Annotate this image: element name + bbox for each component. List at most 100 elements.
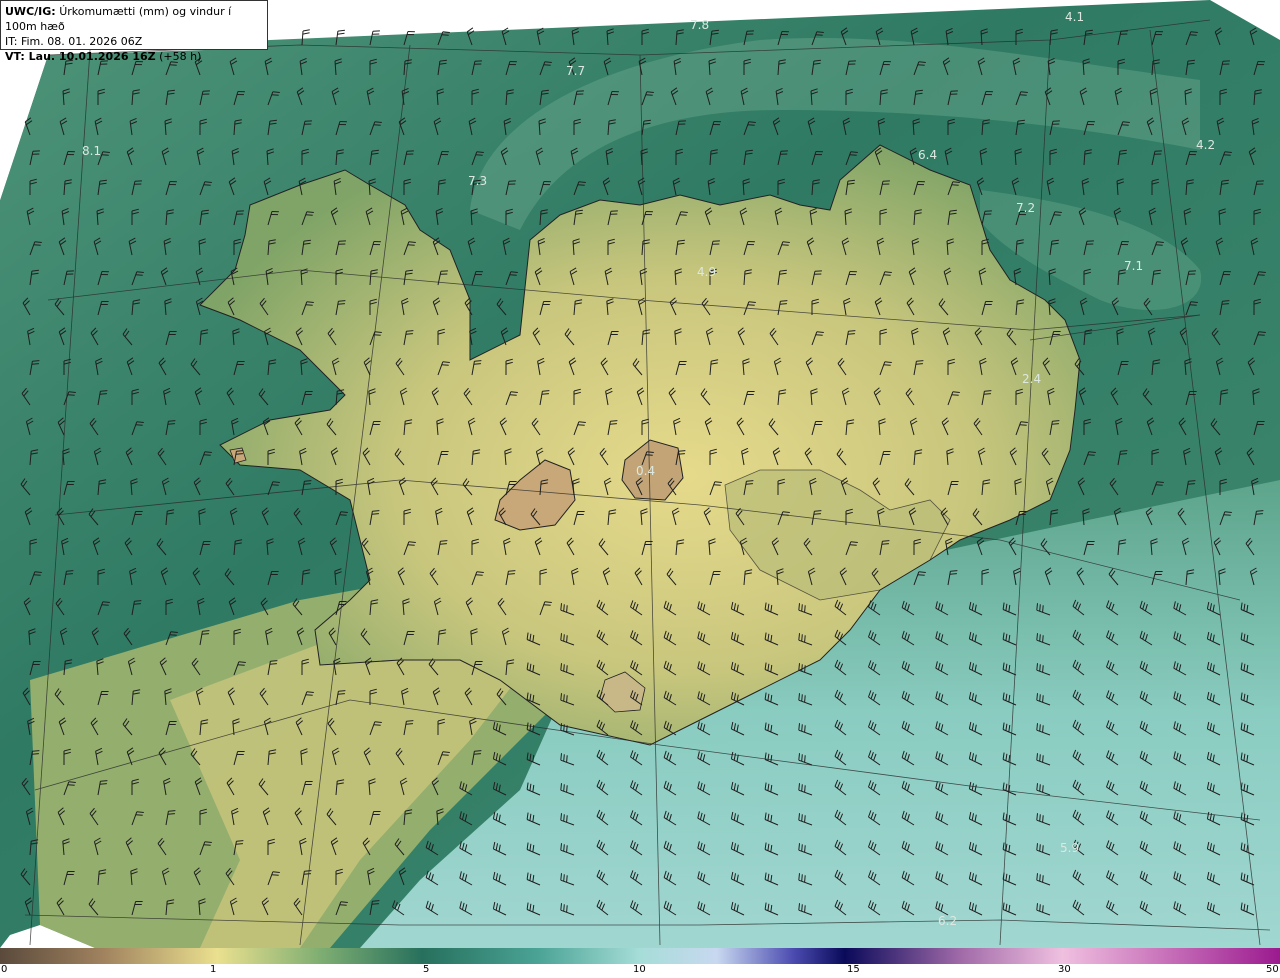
wind-barb-feather	[781, 514, 789, 516]
value-label: 7.1	[1124, 259, 1143, 273]
wind-barb-feather	[951, 184, 959, 186]
wind-barb-feather	[235, 843, 243, 845]
wind-barb-feather	[804, 905, 806, 913]
wind-barb-feather	[136, 271, 144, 273]
wind-barb-feather	[883, 364, 891, 366]
colorbar-tick: 30	[1058, 964, 1071, 975]
wind-barb-feather	[304, 870, 312, 872]
wind-barb-feather	[1036, 723, 1038, 731]
wind-barb-feather	[272, 481, 280, 483]
wind-barb-feather	[135, 274, 143, 276]
wind-barb-feather	[801, 814, 803, 822]
wind-barb-feather	[560, 813, 562, 821]
wind-barb-feather	[563, 754, 565, 762]
wind-barb-feather	[560, 723, 562, 731]
wind-barb-feather	[442, 751, 450, 753]
wind-barb-feather	[407, 244, 415, 246]
wind-barb-feather	[167, 813, 175, 815]
wind-barb-feather	[1039, 874, 1041, 882]
wind-barb-feather	[1119, 453, 1127, 455]
wind-barb-feather	[466, 27, 474, 33]
wind-barb-feather	[101, 604, 109, 606]
wind-barb-feather	[405, 723, 413, 725]
wind-barb-feather	[337, 29, 345, 32]
wind-barb-feather	[1223, 514, 1231, 516]
wind-barb-feather	[204, 181, 212, 183]
wind-barb-feather	[563, 874, 565, 882]
wind-barb-feather	[31, 363, 39, 365]
wind-barb-feather	[270, 660, 278, 662]
wind-barb-feather	[782, 511, 790, 513]
wind-barb-feather	[68, 781, 76, 783]
value-label: 8.1	[82, 144, 101, 158]
wind-barb-feather	[782, 241, 790, 243]
wind-barb-feather	[202, 630, 210, 632]
wind-barb-feather	[302, 32, 310, 35]
wind-barb-feather	[1051, 423, 1059, 425]
wind-barb-feather	[474, 360, 482, 362]
wind-barb-feather	[1036, 903, 1038, 911]
wind-barb-feather	[441, 34, 449, 36]
wind-barb-feather	[99, 783, 107, 785]
wind-barb-feather	[984, 390, 992, 392]
wind-barb-feather	[203, 454, 211, 456]
wind-barb-feather	[1190, 301, 1198, 303]
wind-barb-feather	[1042, 815, 1044, 823]
wind-barb-feather	[566, 875, 568, 883]
value-label: 4.9	[697, 265, 716, 279]
wind-barb-feather	[1036, 693, 1038, 701]
wind-barb-feather	[100, 780, 108, 782]
wind-barb-feather	[339, 514, 347, 516]
wind-barb-feather	[1042, 905, 1044, 913]
wind-barb-feather	[1257, 334, 1265, 336]
wind-barb-feather	[204, 841, 212, 843]
wind-barb-feather	[609, 423, 617, 425]
wind-barb-feather	[798, 663, 800, 671]
wind-barb-feather	[1039, 844, 1041, 852]
value-label: 0.4	[636, 464, 655, 478]
wind-barb-feather	[1121, 124, 1129, 126]
wind-barb-feather	[816, 31, 824, 33]
wind-barb-feather	[135, 814, 143, 816]
wind-barb-feather	[271, 874, 279, 876]
wind-barb-feather	[475, 154, 483, 156]
wind-barb-feather	[509, 274, 517, 276]
wind-barb-feather	[798, 783, 800, 791]
wind-barb-feather	[801, 724, 803, 732]
wind-barb-feather	[543, 604, 551, 606]
wind-barb-feather	[566, 695, 568, 703]
wind-barb-feather	[476, 151, 484, 153]
wind-barb-feather	[813, 513, 821, 515]
wind-barb-feather	[577, 424, 585, 426]
wind-barb-feather	[1120, 450, 1128, 452]
wind-barb-feather	[917, 64, 925, 66]
wind-barb-feather	[804, 605, 806, 613]
wind-barb-feather	[1039, 814, 1041, 822]
wind-barb-feather	[303, 873, 311, 875]
wind-barb-feather	[1053, 214, 1061, 216]
wind-barb-feather	[136, 421, 144, 423]
wind-barb-feather	[610, 420, 618, 422]
wind-barb-feather	[950, 570, 958, 572]
wind-barb-feather	[338, 300, 346, 302]
wind-barb-feather	[560, 693, 562, 701]
wind-barb-feather	[814, 510, 822, 512]
wind-barb-feather	[566, 605, 568, 613]
wind-barb-feather	[440, 540, 448, 542]
wind-barb-feather	[801, 694, 803, 702]
product-code: UWC/IG:	[5, 5, 56, 18]
wind-barb-feather	[1039, 754, 1041, 762]
wind-barb-feather	[67, 394, 75, 396]
wind-barb-feather	[337, 693, 345, 695]
wind-barb-feather	[646, 91, 654, 93]
wind-barb-feather	[1020, 91, 1028, 93]
wind-barb-feather	[563, 694, 565, 702]
wind-barb-feather	[1088, 451, 1096, 453]
wind-barb-feather	[1052, 420, 1060, 422]
wind-barb-feather	[476, 571, 484, 573]
wind-barb-feather	[1019, 424, 1027, 426]
wind-barb-feather	[918, 61, 926, 63]
wind-barb-feather	[203, 184, 211, 186]
wind-barb-feather	[306, 211, 314, 213]
wind-barb-feather	[713, 484, 721, 486]
